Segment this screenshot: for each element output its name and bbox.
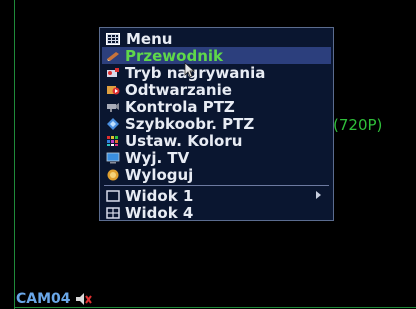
menu-item-label: Kontrola PTZ — [125, 97, 235, 116]
menu-title: Menu — [126, 29, 173, 48]
menu-item-label: Ustaw. Koloru — [125, 131, 243, 150]
menu-item-widok-4[interactable]: Widok 4 — [102, 203, 331, 222]
menu-item-kontrola-ptz[interactable]: Kontrola PTZ — [102, 97, 331, 116]
tv-icon — [106, 152, 120, 163]
menu-item-label: Wyj. TV — [125, 148, 190, 167]
camera-label: CAM04 — [16, 291, 93, 307]
grid-line-vertical — [14, 0, 15, 309]
menu-item-odtwarzanie[interactable]: Odtwarzanie — [102, 80, 331, 99]
audio-muted-icon — [75, 293, 92, 305]
menu-item-label: Widok 4 — [125, 203, 194, 222]
guide-icon — [107, 51, 119, 61]
logout-icon — [107, 169, 119, 180]
ptz-preset-icon — [107, 117, 119, 130]
view1-icon — [106, 189, 120, 202]
ptz-icon — [107, 102, 119, 112]
menu-item-widok-1[interactable]: Widok 1 — [102, 186, 331, 205]
menu-item-label: Przewodnik — [125, 46, 223, 65]
menu-item-label: Odtwarzanie — [125, 80, 232, 99]
menu-item-szybkoobr-ptz[interactable]: Szybkoobr. PTZ — [102, 114, 331, 133]
menu-header: Menu — [106, 29, 173, 48]
menu-item-label: Wyloguj — [125, 165, 194, 184]
menu-item-label: Widok 1 — [125, 186, 194, 205]
main-menu-popup: Menu Przewodnik Tryb nagrywania Odtwarza… — [99, 27, 334, 222]
menu-item-wyloguj[interactable]: Wyloguj — [102, 165, 331, 184]
menu-item-przewodnik[interactable]: Przewodnik — [102, 46, 331, 65]
menu-item-label: Szybkoobr. PTZ — [125, 114, 255, 133]
view4-icon — [106, 206, 120, 219]
camera-name: CAM04 — [16, 291, 71, 307]
menu-item-tryb-nagrywania[interactable]: Tryb nagrywania — [102, 64, 331, 82]
record-mode-icon — [107, 67, 119, 77]
mouse-cursor-icon — [184, 62, 196, 78]
menu-item-wyj-tv[interactable]: Wyj. TV — [102, 148, 331, 167]
menu-grid-icon — [106, 32, 120, 45]
grid-line-horizontal — [14, 307, 416, 308]
menu-item-ustaw-koloru[interactable]: Ustaw. Koloru — [102, 131, 331, 150]
color-icon — [107, 135, 118, 146]
submenu-arrow-icon — [316, 191, 321, 199]
playback-icon — [107, 85, 120, 94]
resolution-label: (720P) — [333, 116, 383, 134]
